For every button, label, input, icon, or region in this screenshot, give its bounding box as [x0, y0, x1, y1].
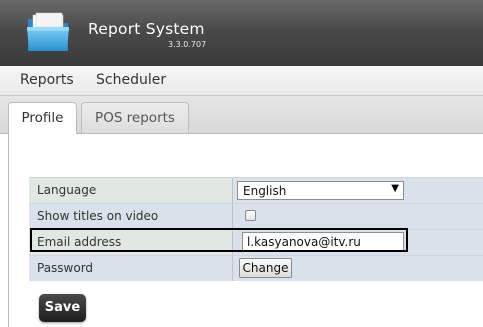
save-button[interactable]: Save [39, 294, 86, 322]
menu-item-reports[interactable]: Reports [20, 72, 74, 88]
app-version: 3.3.0.707 [168, 40, 207, 49]
folder-icon [27, 12, 69, 51]
app-header: Report System 3.3.0.707 [0, 0, 483, 66]
tab-pos-reports[interactable]: POS reports [81, 102, 189, 133]
menu-item-scheduler[interactable]: Scheduler [96, 72, 166, 88]
profile-form: Language English ▼ Show titles on video … [29, 177, 483, 281]
menu-bar: Reports Scheduler [0, 66, 483, 96]
show-titles-checkbox[interactable] [245, 210, 256, 221]
tab-bar: Profile POS reports [0, 96, 483, 134]
language-label: Language [37, 183, 97, 197]
form-row-email: Email address l.kasyanova@itv.ru [29, 229, 483, 255]
tab-profile[interactable]: Profile [8, 102, 77, 134]
language-select[interactable]: English ▼ [237, 181, 404, 200]
app-title: Report System [88, 20, 205, 38]
password-label: Password [37, 261, 94, 275]
email-field[interactable]: l.kasyanova@itv.ru [242, 232, 404, 252]
show-titles-label: Show titles on video [37, 209, 159, 223]
dropdown-arrow-icon: ▼ [391, 183, 399, 194]
email-label: Email address [37, 235, 122, 249]
form-row-language: Language English ▼ [29, 177, 483, 203]
language-select-value: English [243, 184, 287, 198]
form-row-show-titles: Show titles on video [29, 203, 483, 229]
form-row-password: Password Change [29, 255, 483, 281]
change-password-button[interactable]: Change [239, 258, 292, 278]
